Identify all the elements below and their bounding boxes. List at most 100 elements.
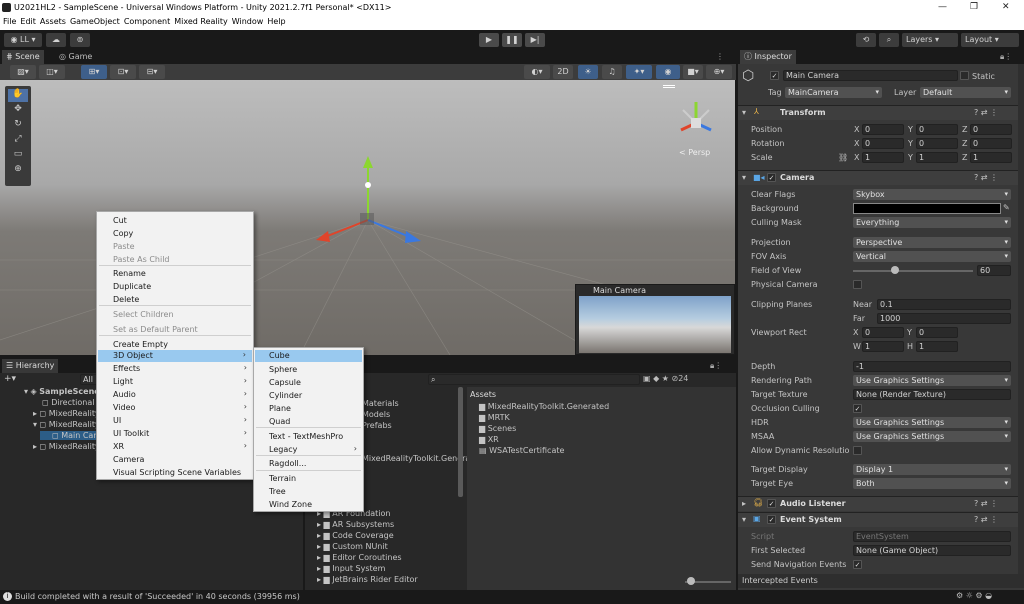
scale-y[interactable]: 1 [916, 152, 958, 163]
camera-icon[interactable]: ■▾ [683, 65, 703, 79]
menu-item-ui-toolkit[interactable]: UI Toolkit [113, 429, 149, 438]
folder-item[interactable]: ▸ ▆ Editor Coroutines [317, 553, 402, 562]
menu-file[interactable]: File [3, 17, 16, 26]
position-y[interactable]: 0 [916, 124, 958, 135]
near-field[interactable]: 0.1 [877, 299, 1011, 310]
menu-item-camera[interactable]: Camera [113, 455, 144, 464]
render-mode-icon[interactable]: ◐▾ [524, 65, 550, 79]
menu-window[interactable]: Window [232, 17, 264, 26]
send-navigation-checkbox[interactable]: ✓ [853, 560, 862, 569]
foldout-icon[interactable]: ▾ [742, 173, 746, 182]
occlusion-culling-checkbox[interactable]: ✓ [853, 404, 862, 413]
hdr-dropdown[interactable]: Use Graphics Settings [853, 417, 1011, 428]
search-icon[interactable]: ⌕ [879, 33, 899, 47]
tag-dropdown[interactable]: MainCamera [785, 87, 882, 98]
clear-flags-dropdown[interactable]: Skybox [853, 189, 1011, 200]
perspective-label[interactable]: < Persp [679, 148, 710, 157]
asset-folder[interactable]: ▆ MixedRealityToolkit.Generated [479, 402, 609, 411]
hidden-objects-icon[interactable]: ◉ [656, 65, 680, 79]
component-menu-icon[interactable]: ? ⇄ ⋮ [974, 499, 998, 508]
event-system-header[interactable]: ▾ ▣ ✓ Event System ? ⇄ ⋮ [738, 512, 1018, 527]
asset-folder[interactable]: ▆ XR [479, 435, 499, 444]
submenu-item-legacy[interactable]: Legacy [269, 445, 297, 454]
audio-listener-header[interactable]: ▸ 🎧︎ ✓ Audio Listener ? ⇄ ⋮ [738, 496, 1018, 511]
hierarchy-item[interactable]: ▸ ◻ MixedReality [33, 409, 100, 418]
menu-item-xr[interactable]: XR [113, 442, 124, 451]
menu-item-duplicate[interactable]: Duplicate [113, 282, 151, 291]
folder-item[interactable]: MixedRealityToolkit.Generated [362, 454, 483, 463]
active-checkbox[interactable]: ✓ [770, 71, 779, 80]
submenu-item-textmeshpro[interactable]: Text - TextMeshPro [269, 432, 343, 441]
layout-dropdown[interactable]: Layout ▾ [961, 33, 1019, 47]
inspector-scrollbar[interactable] [1018, 64, 1024, 574]
2d-toggle[interactable]: 2D [553, 65, 573, 79]
camera-header[interactable]: ▾ ■◂ ✓ Camera ? ⇄ ⋮ [738, 170, 1018, 185]
folder-item[interactable]: Prefabs [362, 421, 392, 430]
component-menu-icon[interactable]: ? ⇄ ⋮ [974, 515, 998, 524]
fov-field[interactable]: 60 [977, 265, 1011, 276]
menu-item-effects[interactable]: Effects [113, 364, 140, 373]
project-filter-icons[interactable]: ▣ ◆ ★ ⊘24 [643, 374, 688, 383]
rotation-z[interactable]: 0 [970, 138, 1012, 149]
static-checkbox[interactable] [960, 71, 969, 80]
foldout-icon[interactable]: ▸ [742, 499, 746, 508]
folder-item[interactable]: ▸ ▆ JetBrains Rider Editor [317, 575, 418, 584]
background-color-field[interactable] [853, 203, 1001, 214]
submenu-item-wind-zone[interactable]: Wind Zone [269, 500, 312, 509]
menu-help[interactable]: Help [267, 17, 285, 26]
submenu-item-capsule[interactable]: Capsule [269, 378, 301, 387]
tab-inspector[interactable]: ⓘ Inspector [740, 50, 796, 64]
submenu-item-plane[interactable]: Plane [269, 404, 291, 413]
maximize-icon[interactable]: ❐ [970, 2, 978, 12]
add-icon[interactable]: +▾ [4, 374, 16, 384]
name-field[interactable]: Main Camera [783, 70, 958, 81]
physical-camera-checkbox[interactable] [853, 280, 862, 289]
menu-item-delete[interactable]: Delete [113, 295, 139, 304]
menu-item-copy[interactable]: Copy [113, 229, 133, 238]
hand-tool-icon[interactable]: ✋ [8, 89, 28, 102]
audio-icon[interactable]: ♫ [602, 65, 622, 79]
tab-hierarchy[interactable]: ☰ Hierarchy [2, 359, 59, 373]
fov-axis-dropdown[interactable]: Vertical [853, 251, 1011, 262]
camera-enabled-checkbox[interactable]: ✓ [767, 173, 776, 182]
tab-scene[interactable]: ⋕ Scene [2, 50, 44, 64]
position-x[interactable]: 0 [862, 124, 904, 135]
layer-dropdown[interactable]: Default [920, 87, 1011, 98]
asset-folder[interactable]: ▆ Scenes [479, 424, 516, 433]
component-menu-icon[interactable]: ? ⇄ ⋮ [974, 108, 998, 117]
hierarchy-item[interactable]: ▾ ◻ MixedReality [33, 420, 100, 429]
lighting-icon[interactable]: ☀ [578, 65, 598, 79]
grid-icon[interactable]: ⊞▾ [81, 65, 107, 79]
layers-dropdown[interactable]: Layers ▾ [902, 33, 958, 47]
menu-item-audio[interactable]: Audio [113, 390, 136, 399]
scale-tool-icon[interactable]: ⤢ [8, 134, 28, 147]
submenu-item-terrain[interactable]: Terrain [269, 474, 296, 483]
intercepted-events-header[interactable]: Intercepted Events [738, 574, 1024, 588]
gizmos-icon[interactable]: ⊕▾ [706, 65, 732, 79]
inspector-lock-icon[interactable]: 🔒︎⋮ [1000, 52, 1012, 62]
folder-item[interactable]: ▸ ▆ Input System [317, 564, 385, 573]
viewport-h[interactable]: 1 [916, 341, 958, 352]
draw-mode-icon[interactable]: ▨▾ [10, 65, 36, 79]
dynamic-resolution-checkbox[interactable] [853, 446, 862, 455]
rotate-tool-icon[interactable]: ↻ [8, 119, 28, 132]
status-message[interactable]: Build completed with a result of 'Succee… [15, 592, 300, 601]
menu-item-video[interactable]: Video [113, 403, 135, 412]
more-icon[interactable]: ⋮ [716, 52, 724, 61]
asset-file[interactable]: ▤ WSATestCertificate [479, 446, 564, 455]
tab-game[interactable]: ◎ Game [55, 50, 96, 64]
menu-mixed-reality[interactable]: Mixed Reality [174, 17, 228, 26]
first-selected-field[interactable]: None (Game Object) [853, 545, 1011, 556]
step-button[interactable]: ▶| [525, 33, 545, 47]
link-icon[interactable]: ⛓ [838, 153, 848, 162]
hierarchy-item[interactable]: ▸ ◻ MixedReality [33, 442, 100, 451]
submenu-item-cylinder[interactable]: Cylinder [269, 391, 302, 400]
play-button[interactable]: ▶ [479, 33, 499, 47]
rect-tool-icon[interactable]: ▭ [8, 149, 28, 162]
menu-item-create-empty[interactable]: Create Empty [113, 340, 168, 349]
close-icon[interactable]: ✕ [1002, 2, 1010, 12]
submenu-item-tree[interactable]: Tree [269, 487, 286, 496]
status-icons[interactable]: ⚙ ☼ ⚙ ◒ [956, 591, 992, 600]
scene-menu-icon[interactable] [663, 85, 675, 88]
hierarchy-item-scene[interactable]: ▾ ◈ SampleScene [24, 387, 100, 396]
